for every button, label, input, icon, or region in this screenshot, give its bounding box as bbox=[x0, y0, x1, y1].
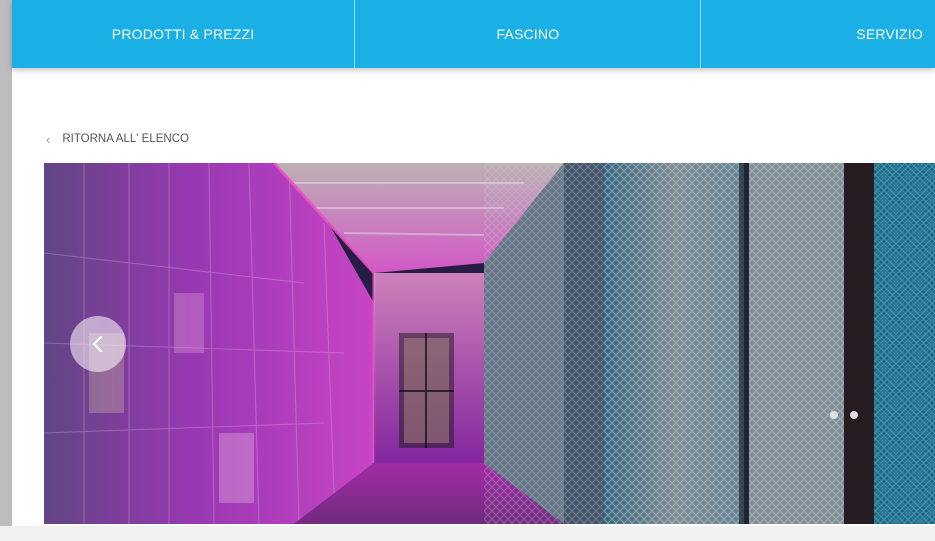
chevron-left-icon: ‹ bbox=[46, 131, 51, 147]
gallery-prev-button[interactable] bbox=[70, 316, 126, 372]
nav-item-fascino[interactable]: FASCINO bbox=[355, 0, 702, 68]
back-to-list-label: RITORNA ALL' ELENCO bbox=[62, 133, 189, 145]
nav-item-servizio[interactable]: SERVIZIO bbox=[701, 0, 935, 68]
bottom-strip bbox=[0, 526, 935, 541]
top-navigation: PRODOTTI & PREZZI FASCINO SERVIZIO bbox=[12, 0, 935, 68]
nav-item-products-prices[interactable]: PRODOTTI & PREZZI bbox=[12, 0, 356, 68]
gallery-image bbox=[44, 163, 935, 524]
back-to-list-link[interactable]: ‹ RITORNA ALL' ELENCO bbox=[46, 131, 189, 147]
chevron-left-icon bbox=[92, 335, 103, 353]
